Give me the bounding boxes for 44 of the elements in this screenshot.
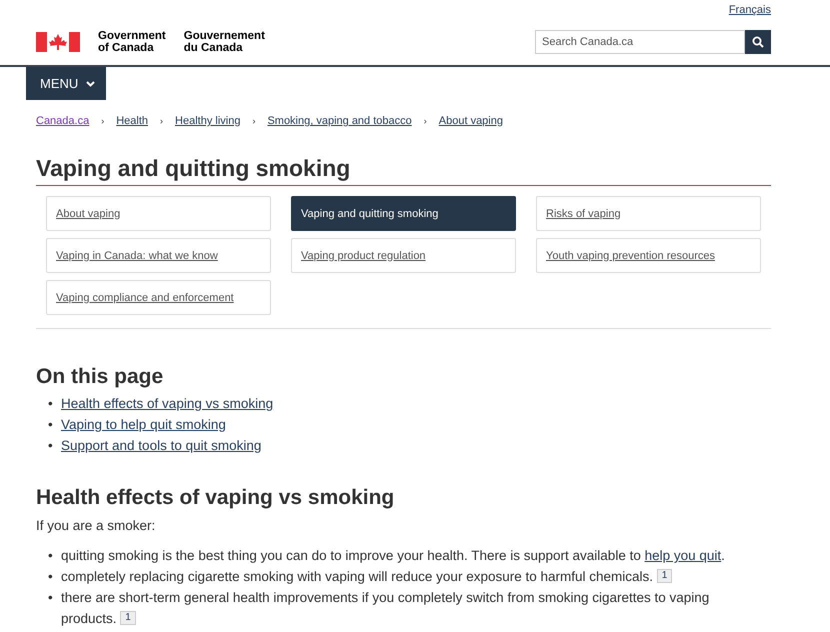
wordmark-english: Government of Canada (98, 30, 166, 54)
bullet-marker: • (48, 568, 53, 586)
bullet-marker: • (48, 437, 53, 455)
intro-text: If you are a smoker: (36, 518, 156, 533)
breadcrumb-separator: › (160, 116, 164, 126)
bullet-marker: • (48, 589, 53, 607)
breadcrumb-separator: › (252, 116, 256, 126)
bullet-text: completely replacing cigarette smoking with vaping will reduce your exposure to harmful chemicals. 1 (61, 566, 672, 587)
page-anchor-link[interactable]: Health effects of vaping vs smoking (61, 393, 274, 414)
section-nav-link[interactable]: Risks of vaping (536, 196, 761, 231)
section-heading: Health effects of vaping vs smoking (36, 486, 396, 510)
section-nav-link[interactable]: Vaping compliance and enforcement (46, 280, 271, 315)
bullet-marker: • (48, 416, 53, 434)
footnote-link[interactable]: 1 (120, 611, 136, 625)
section-nav-link[interactable]: Vaping in Canada: what we know (46, 238, 271, 273)
footnote-link[interactable]: 1 (656, 569, 672, 583)
language-link[interactable]: Français (728, 4, 771, 24)
bullet-text: quitting smoking is the best thing you can do to improve your health. There is support available to help you quit. (61, 547, 725, 565)
bullet-text: there are short-term general health improvements if you completely switch from smoking cigarettes to vaping products. 1 (61, 589, 710, 628)
chevron-icon (86, 80, 96, 86)
menu-button[interactable]: MENU (26, 67, 106, 100)
bullet-marker: • (48, 395, 53, 413)
page-anchor-link[interactable]: Vaping to help quit smoking (61, 414, 226, 435)
page-title: Vaping and quitting smoking (36, 155, 771, 186)
section-heading: On this page (36, 365, 164, 389)
section-nav-link[interactable]: Youth vaping prevention resources (536, 238, 761, 273)
breadcrumb-link[interactable]: Smoking, vaping and tobacco (267, 115, 412, 127)
bullet-marker: • (48, 547, 53, 565)
breadcrumb-link[interactable]: Health (116, 115, 148, 127)
breadcrumb-separator: › (424, 116, 427, 126)
section-nav-link[interactable]: Vaping and quitting smoking (291, 196, 516, 231)
section-nav-link[interactable]: Vaping product regulation (291, 238, 516, 273)
breadcrumb-link[interactable]: About vaping (438, 115, 503, 127)
breadcrumb-link[interactable]: Healthy living (175, 115, 240, 127)
search-icon (752, 36, 764, 48)
page-anchor-link[interactable]: Support and tools to quit smoking (61, 435, 262, 456)
breadcrumb-link[interactable]: Canada.ca (36, 115, 90, 127)
search-field[interactable]: Search Canada.ca (535, 30, 745, 54)
wordmark-french: Gouvernement du Canada (184, 30, 265, 54)
inline-link[interactable]: help you quit (644, 548, 722, 563)
flag-icon (36, 32, 80, 52)
search-button[interactable] (745, 30, 771, 54)
breadcrumb-separator: › (101, 116, 104, 126)
section-nav-link[interactable]: About vaping (46, 196, 271, 231)
